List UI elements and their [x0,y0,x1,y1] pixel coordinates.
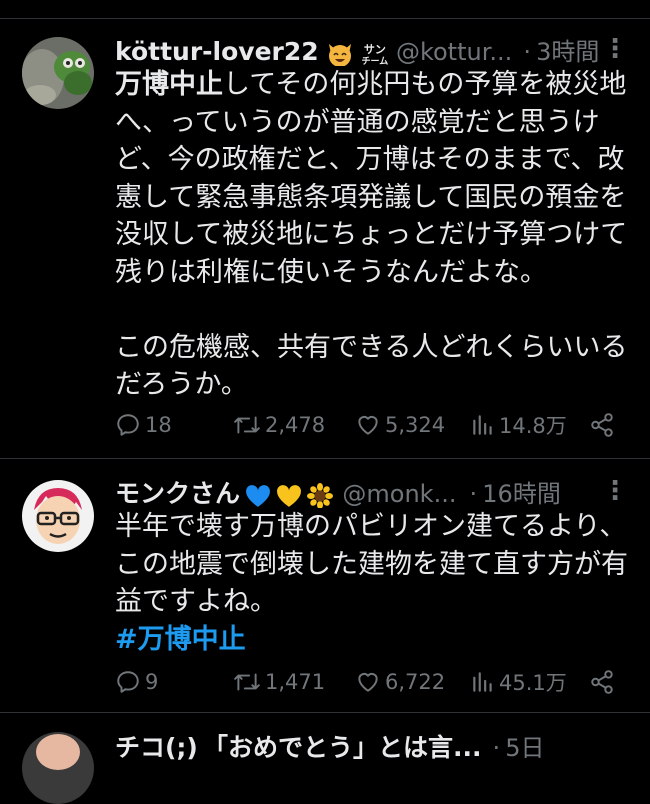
retweet-button[interactable]: 2,478 [233,410,325,440]
cat-emoji-icon [326,40,354,66]
avatar[interactable] [22,37,94,109]
views-button[interactable]: 45.1万 [471,667,567,697]
timestamp[interactable]: 3時間 [536,38,599,66]
tweet-divider [0,712,650,713]
top-divider [0,18,650,19]
reply-count: 9 [145,670,159,694]
share-button[interactable] [589,410,615,440]
reply-icon [117,671,139,693]
team-badge: サン チーム [359,42,391,67]
more-options-icon[interactable]: ⋮ [602,478,628,508]
tweet-divider [0,458,650,459]
retweet-count: 1,471 [265,670,326,694]
analytics-icon [473,672,492,692]
heart-icon [358,672,378,692]
tweet-header: köttur-lover22 サン チーム @kottur... · 3時間 [115,32,635,66]
reply-button[interactable]: 18 [115,410,172,440]
display-name[interactable]: チコ(;) [115,733,198,762]
user-handle[interactable]: @monk... [342,480,456,508]
views-button[interactable]: 14.8万 [471,410,567,440]
tweet-actions: 9 1,471 6,722 45.1万 [115,667,635,697]
like-count: 5,324 [385,413,446,437]
tweet-text-start: 「おめでとう」とは言... [202,733,482,762]
like-button[interactable]: 5,324 [355,410,445,440]
avatar[interactable] [22,480,94,552]
reply-count: 18 [145,413,172,437]
yellow-heart-icon [276,484,302,509]
avatar[interactable] [22,732,94,804]
reply-icon [117,414,139,436]
sunflower-icon [307,482,334,508]
more-options-icon[interactable]: ⋮ [602,36,628,66]
separator-dot: · [523,38,531,66]
hashtag-link[interactable]: #万博中止 [115,624,246,655]
analytics-icon [473,415,492,435]
user-handle[interactable]: @kottur... [396,38,512,66]
retweet-icon [234,416,260,434]
separator-dot: · [469,480,478,508]
tweet-text-bold: 万博中止 [115,69,223,100]
badge-text-bottom: チーム [361,56,389,67]
share-button[interactable] [589,667,615,697]
tweet-text: 万博中止してその何兆円もの予算を被災地へ、っていうのが普通の感覚だと思うけど、今… [115,66,635,404]
heart-icon [358,415,378,435]
retweet-count: 2,478 [265,413,326,437]
reply-button[interactable]: 9 [115,667,158,697]
tweet-header: モンクさん @monk... · 16時間 [115,474,635,508]
tweet-text-rest: してその何兆円もの予算を被災地へ、っていうのが普通の感覚だと思うけど、今の政権だ… [115,69,628,400]
badge-text-top: サン [363,42,386,56]
like-count: 6,722 [385,670,446,694]
display-name[interactable]: köttur-lover22 [115,37,319,66]
view-count: 14.8万 [499,414,567,438]
tweet-text: 半年で壊す万博のパビリオン建てるより、この地震で倒壊した建物を建て直す方が有益で… [115,508,635,658]
retweet-button[interactable]: 1,471 [233,667,325,697]
separator-dot: · [492,734,501,762]
retweet-icon [234,673,260,691]
timestamp[interactable]: 5日 [505,734,544,762]
blue-heart-icon [245,484,271,509]
tweet-actions: 18 2,478 5,324 14.8万 [115,410,635,440]
timestamp[interactable]: 16時間 [482,480,561,508]
view-count: 45.1万 [499,671,567,695]
tweet-header: チコ(;) 「おめでとう」とは言... · 5日 [115,728,635,762]
display-name[interactable]: モンクさん [115,479,240,508]
share-icon [591,413,613,437]
share-icon [591,670,613,694]
like-button[interactable]: 6,722 [355,667,445,697]
tweet-text-main: 半年で壊す万博のパビリオン建てるより、この地震で倒壊した建物を建て直す方が有益で… [115,511,628,617]
